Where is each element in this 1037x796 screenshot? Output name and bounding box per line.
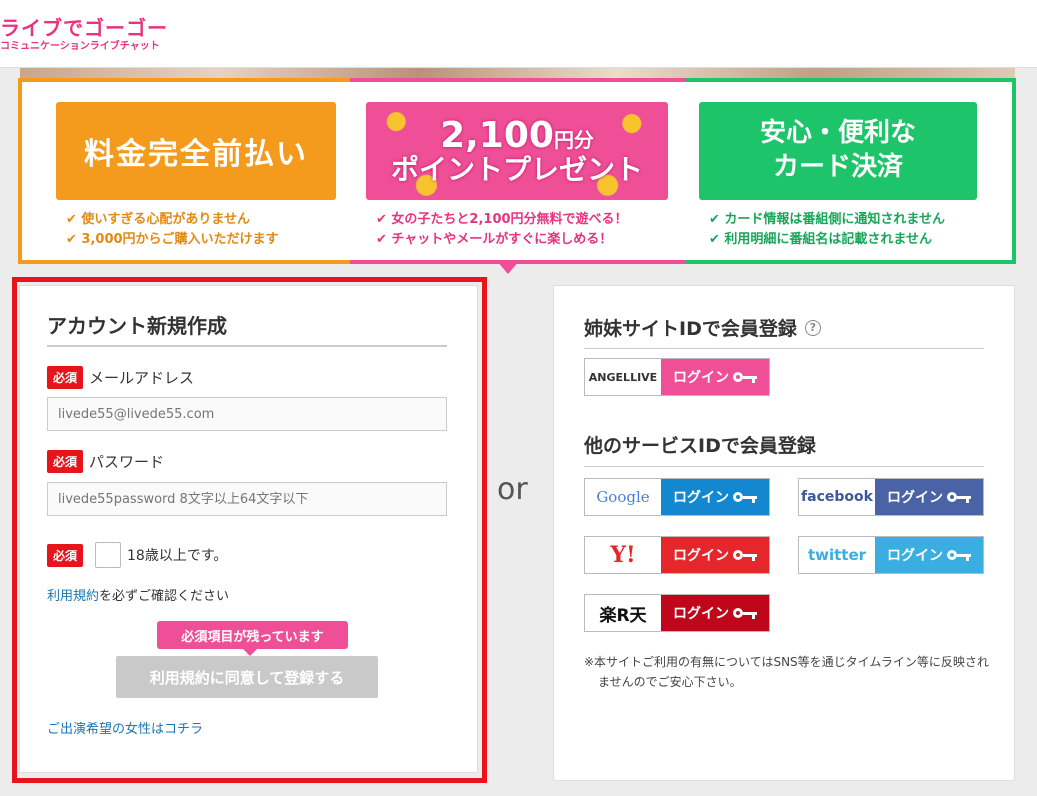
key-icon (947, 550, 971, 561)
card-badge-line2: カード決済 (772, 152, 903, 182)
password-label-row: 必須 パスワード (47, 450, 164, 473)
login-label: ログイン (661, 537, 769, 573)
email-label: メールアドレス (89, 369, 195, 387)
card-badge-line1: 安心・便利な (759, 118, 916, 149)
login-text: ログイン (887, 548, 943, 564)
bullet-item: 使いすぎる心配がありません (66, 210, 279, 230)
female-performer-link[interactable]: ご出演希望の女性はコチラ (47, 718, 203, 737)
age-row: 必須 18歳以上です。 (47, 542, 227, 568)
or-separator: or (497, 472, 528, 507)
key-icon (947, 492, 971, 503)
login-text: ログイン (887, 490, 943, 506)
prepaid-badge: 料金完全前払い (56, 102, 336, 200)
points-badge: 2,100円分 ポイントプレゼント (366, 102, 668, 200)
password-field[interactable] (47, 482, 447, 516)
password-label: パスワード (89, 453, 165, 471)
bullet-item: チャットやメールがすぐに楽しめる！ (376, 230, 628, 250)
signup-form: アカウント新規作成 必須 メールアドレス 必須 パスワード 必須 18歳以上です… (19, 285, 478, 773)
divider (584, 466, 984, 467)
required-badge: 必須 (47, 543, 84, 567)
rakuten-login-button[interactable]: 楽R天 ログイン (584, 594, 770, 632)
feature-prepaid: 料金完全前払い 使いすぎる心配がありません 3,000円からご購入いただけます (18, 78, 350, 264)
sister-site-title: 姉妹サイトIDで会員登録 ? (584, 314, 821, 341)
points-bullets: 女の子たちと2,100円分無料で遊べる！ チャットやメールがすぐに楽しめる！ (376, 210, 628, 250)
points-unit: 円分 (553, 127, 594, 152)
required-badge: 必須 (47, 366, 84, 389)
age-label: 18歳以上です。 (127, 548, 228, 564)
points-amount: 2,100円分 (440, 114, 594, 156)
login-label: ログイン (661, 595, 769, 631)
rakuten-logo: 楽R天 (585, 595, 661, 631)
site-tagline: コミュニケーションライブチャット (0, 41, 160, 52)
banner-pointer (496, 260, 520, 274)
twitter-logo: twitter (799, 537, 875, 573)
help-icon[interactable]: ? (804, 319, 821, 336)
login-text: ログイン (673, 548, 729, 564)
login-label: ログイン (875, 537, 983, 573)
google-logo: Google (585, 479, 661, 515)
register-button[interactable]: 利用規約に同意して登録する (116, 656, 378, 698)
bullet-item: 利用明細に番組名は記載されません (709, 230, 945, 250)
bullet-item: カード情報は番組側に通知されません (709, 210, 945, 230)
points-present: ポイントプレゼント (390, 153, 643, 187)
login-label: ログイン (875, 479, 983, 515)
bullet-item: 3,000円からご購入いただけます (66, 230, 278, 250)
signup-title: アカウント新規作成 (47, 314, 227, 338)
twitter-login-button[interactable]: twitter ログイン (798, 536, 984, 574)
email-field[interactable] (47, 397, 447, 431)
terms-text: を必ずご確認ください (99, 589, 230, 604)
login-text: ログイン (673, 490, 729, 506)
required-tooltip: 必須項目が残っています (157, 621, 348, 656)
google-login-button[interactable]: Google ログイン (584, 478, 770, 516)
terms-notice: 利用規約を必ずご確認ください (47, 585, 229, 604)
facebook-logo: facebook (799, 479, 875, 515)
facebook-login-button[interactable]: facebook ログイン (798, 478, 984, 516)
bullet-item: 女の子たちと2,100円分無料で遊べる！ (376, 210, 627, 230)
key-icon (733, 550, 757, 561)
points-number: 2,100 (440, 114, 554, 156)
login-label: ログイン (661, 359, 769, 395)
sns-privacy-note: ※本サイトご利用の有無についてはSNS等を通じタイムライン等に反映されませんので… (584, 655, 989, 689)
key-icon (733, 492, 757, 503)
divider (584, 348, 984, 349)
yahoo-login-button[interactable]: Y! ログイン (584, 536, 770, 574)
angellive-login-button[interactable]: ANGELLIVE ログイン (584, 358, 770, 396)
feature-card-payment: 安心・便利な カード決済 カード情報は番組側に通知されません 利用明細に番組名は… (685, 78, 1016, 264)
terms-link[interactable]: 利用規約 (47, 589, 99, 604)
angellive-logo: ANGELLIVE (585, 359, 661, 395)
other-service-title: 他のサービスIDで会員登録 (584, 435, 816, 457)
header: ライブでゴーゴー コミュニケーションライブチャット (0, 0, 1037, 68)
yahoo-logo: Y! (585, 537, 661, 573)
required-badge: 必須 (47, 450, 84, 473)
prepaid-bullets: 使いすぎる心配がありません 3,000円からご購入いただけます (66, 210, 279, 250)
card-bullets: カード情報は番組側に通知されません 利用明細に番組名は記載されません (709, 210, 945, 250)
key-icon (733, 608, 757, 619)
login-text: ログイン (673, 370, 729, 386)
divider (47, 345, 447, 347)
social-signup: 姉妹サイトIDで会員登録 ? ANGELLIVE ログイン 他のサービスIDで会… (553, 285, 1015, 781)
card-payment-badge: 安心・便利な カード決済 (699, 102, 977, 200)
login-text: ログイン (673, 606, 729, 622)
key-icon (733, 372, 757, 383)
feature-points: 2,100円分 ポイントプレゼント 女の子たちと2,100円分無料で遊べる！ チ… (350, 78, 685, 264)
sister-site-title-text: 姉妹サイトIDで会員登録 (584, 318, 797, 340)
feature-banner: 料金完全前払い 使いすぎる心配がありません 3,000円からご購入いただけます … (18, 78, 1016, 264)
login-label: ログイン (661, 479, 769, 515)
age-checkbox[interactable] (95, 542, 122, 568)
email-label-row: 必須 メールアドレス (47, 366, 194, 389)
